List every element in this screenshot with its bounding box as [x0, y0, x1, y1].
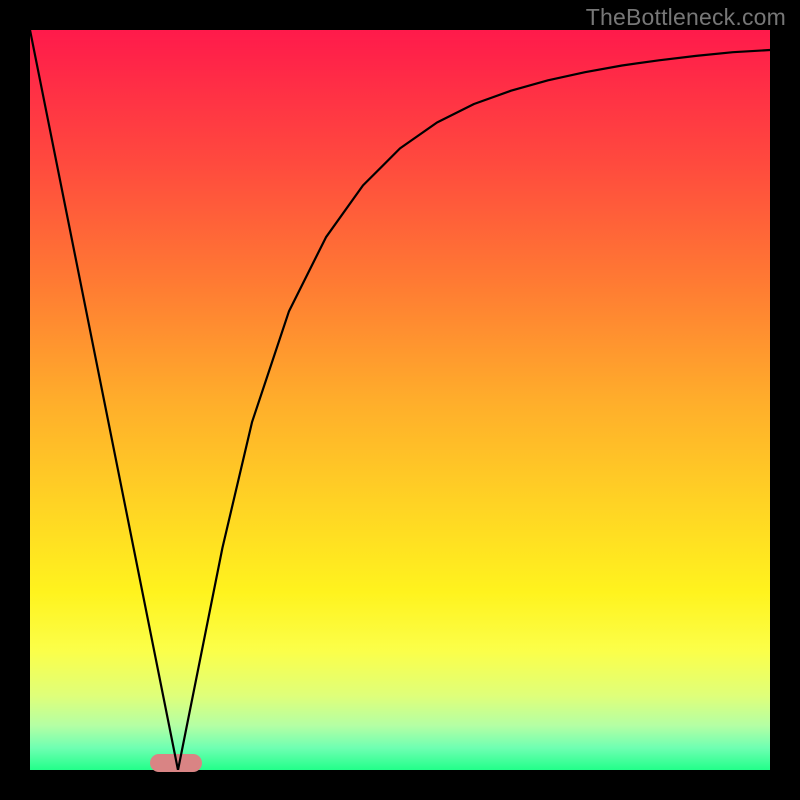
- plot-area: [30, 30, 770, 770]
- bottleneck-curve: [30, 30, 770, 770]
- watermark-text: TheBottleneck.com: [586, 4, 786, 31]
- valley-marker: [150, 754, 202, 772]
- chart-frame: TheBottleneck.com: [0, 0, 800, 800]
